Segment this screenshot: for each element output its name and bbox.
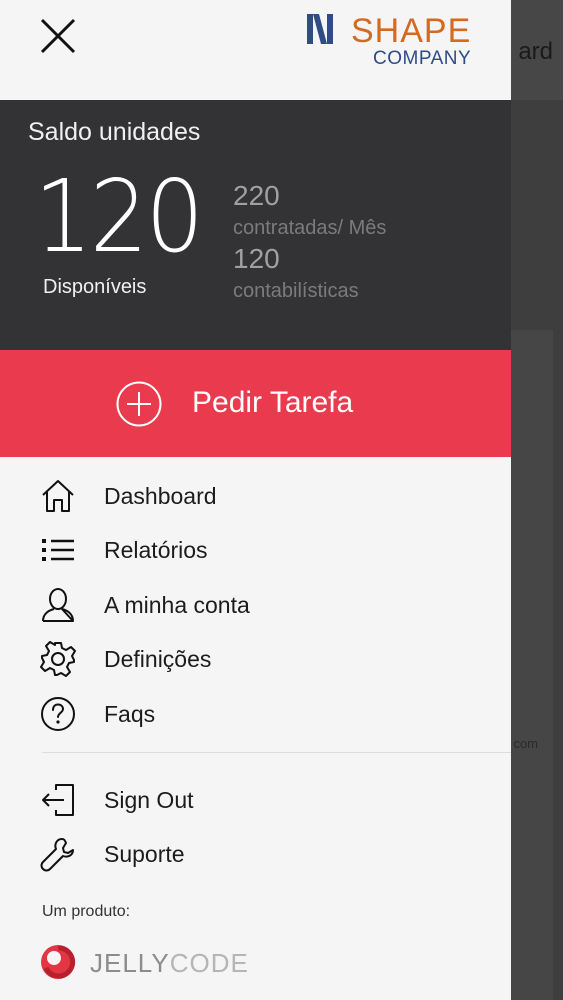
close-button[interactable] <box>38 16 78 56</box>
close-icon <box>40 18 76 54</box>
menu-divider <box>42 752 511 753</box>
accounting-units-label: contabilísticas <box>233 280 359 302</box>
available-units-value: 120 <box>34 158 204 275</box>
available-units-label: Disponíveis <box>43 276 147 298</box>
contracted-units-label: contratadas/ Mês <box>233 217 387 239</box>
background-text: com <box>513 736 538 751</box>
menu-item-dashboard[interactable]: Dashboard <box>0 472 511 520</box>
navigation-drawer: SHAPE COMPANY Saldo unidades 120 Disponí… <box>0 0 511 1000</box>
jellycode-wordmark-part1: JELLY <box>90 948 170 978</box>
company-logo: SHAPE COMPANY <box>307 12 477 72</box>
sign-out-icon <box>42 784 74 816</box>
list-icon <box>42 539 74 561</box>
contracted-units-value: 220 <box>233 180 280 211</box>
menu-item-label: Relatórios <box>104 537 208 563</box>
logo-word: SHAPE <box>351 12 472 50</box>
product-by-label: Um produto: <box>42 903 131 920</box>
jellycode-wordmark: JELLYCODE <box>90 948 249 979</box>
jellycode-mark-icon <box>41 945 76 979</box>
drawer-header: SHAPE COMPANY <box>0 0 511 100</box>
jellycode-logo: JELLYCODE <box>40 942 260 982</box>
menu-item-label: Dashboard <box>104 483 217 509</box>
menu-item-label: Suporte <box>104 841 185 867</box>
plus-circle-icon <box>116 381 162 427</box>
wrench-icon <box>40 838 74 872</box>
balance-title: Saldo unidades <box>28 118 201 146</box>
menu-item-label: Faqs <box>104 701 156 727</box>
menu-item-label: Sign Out <box>104 787 194 813</box>
home-icon <box>42 480 74 512</box>
accounting-units-value: 120 <box>233 243 280 274</box>
request-task-label: Pedir Tarefa <box>192 386 354 419</box>
user-icon <box>42 588 74 622</box>
menu-item-label: Definições <box>104 646 212 672</box>
menu-item-label: A minha conta <box>104 592 250 618</box>
request-task-button[interactable]: Pedir Tarefa <box>0 350 511 457</box>
menu-item-settings[interactable]: Definições <box>0 635 511 683</box>
question-icon <box>41 697 75 731</box>
menu-item-faqs[interactable]: Faqs <box>0 690 511 738</box>
gear-icon <box>40 641 76 677</box>
logo-mark-icon <box>307 14 333 44</box>
menu-item-reports[interactable]: Relatórios <box>0 526 511 574</box>
menu-item-support[interactable]: Suporte <box>0 830 511 878</box>
menu-item-account[interactable]: A minha conta <box>0 581 511 629</box>
balance-panel: Saldo unidades 120 Disponíveis 220 contr… <box>0 100 511 350</box>
jellycode-wordmark-part2: CODE <box>169 948 249 978</box>
background-title: ard <box>518 38 553 65</box>
logo-subtitle: COMPANY <box>373 48 472 69</box>
menu-item-sign-out[interactable]: Sign Out <box>0 776 511 824</box>
